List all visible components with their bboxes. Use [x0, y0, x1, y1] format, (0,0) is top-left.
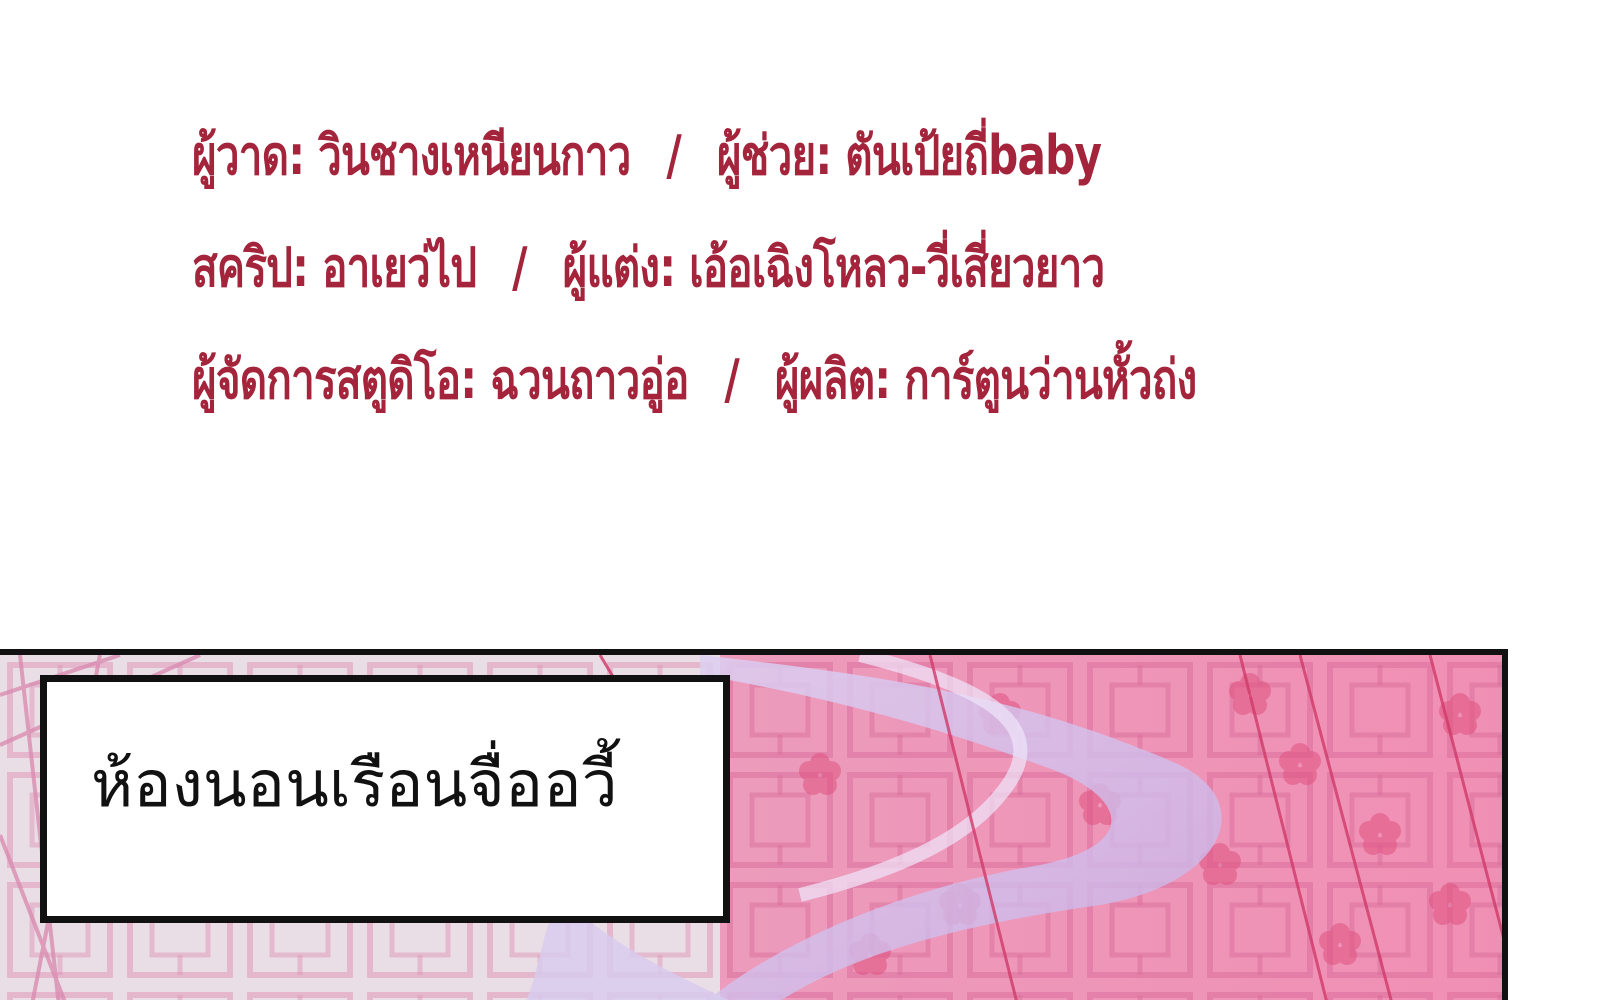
caption-box: ห้องนอนเรือนจื่ออวี้	[40, 675, 730, 923]
credit-line-studio-producer: ผู้จัดการสตูดิโอ: ฉวนถาวอู่อ / ผู้ผลิต: กา…	[192, 324, 1268, 436]
credit-script: สคริป: อาเยว่ไป	[192, 236, 477, 299]
credit-artist: ผู้วาด: วินชางเหนียนกาว	[192, 124, 631, 187]
credit-studio-manager: ผู้จัดการสตูดิโอ: ฉวนถาวอู่อ	[192, 348, 689, 411]
credits-block: ผู้วาด: วินชางเหนียนกาว / ผู้ช่วย: ตันเป้ย…	[192, 100, 1572, 436]
credit-line-script-author: สคริป: อาเยว่ไป / ผู้แต่ง: เอ้อเฉิงโหลว-วี…	[192, 212, 1268, 324]
credit-separator: /	[512, 236, 527, 299]
comic-page: ผู้วาด: วินชางเหนียนกาว / ผู้ช่วย: ตันเป้ย…	[0, 0, 1600, 1000]
credit-separator: /	[666, 124, 681, 187]
caption-text: ห้องนอนเรือนจื่ออวี้	[91, 748, 618, 822]
credit-separator: /	[724, 348, 739, 411]
credit-assistant: ผู้ช่วย: ตันเป้ยถี่baby	[716, 124, 1102, 187]
credit-line-artist-assistant: ผู้วาด: วินชางเหนียนกาว / ผู้ช่วย: ตันเป้ย…	[192, 100, 1268, 212]
credit-producer: ผู้ผลิต: การ์ตูนว่านหั้วถ่ง	[774, 348, 1197, 411]
credit-author: ผู้แต่ง: เอ้อเฉิงโหลว-วี่เสี่ยวยาว	[562, 236, 1106, 299]
